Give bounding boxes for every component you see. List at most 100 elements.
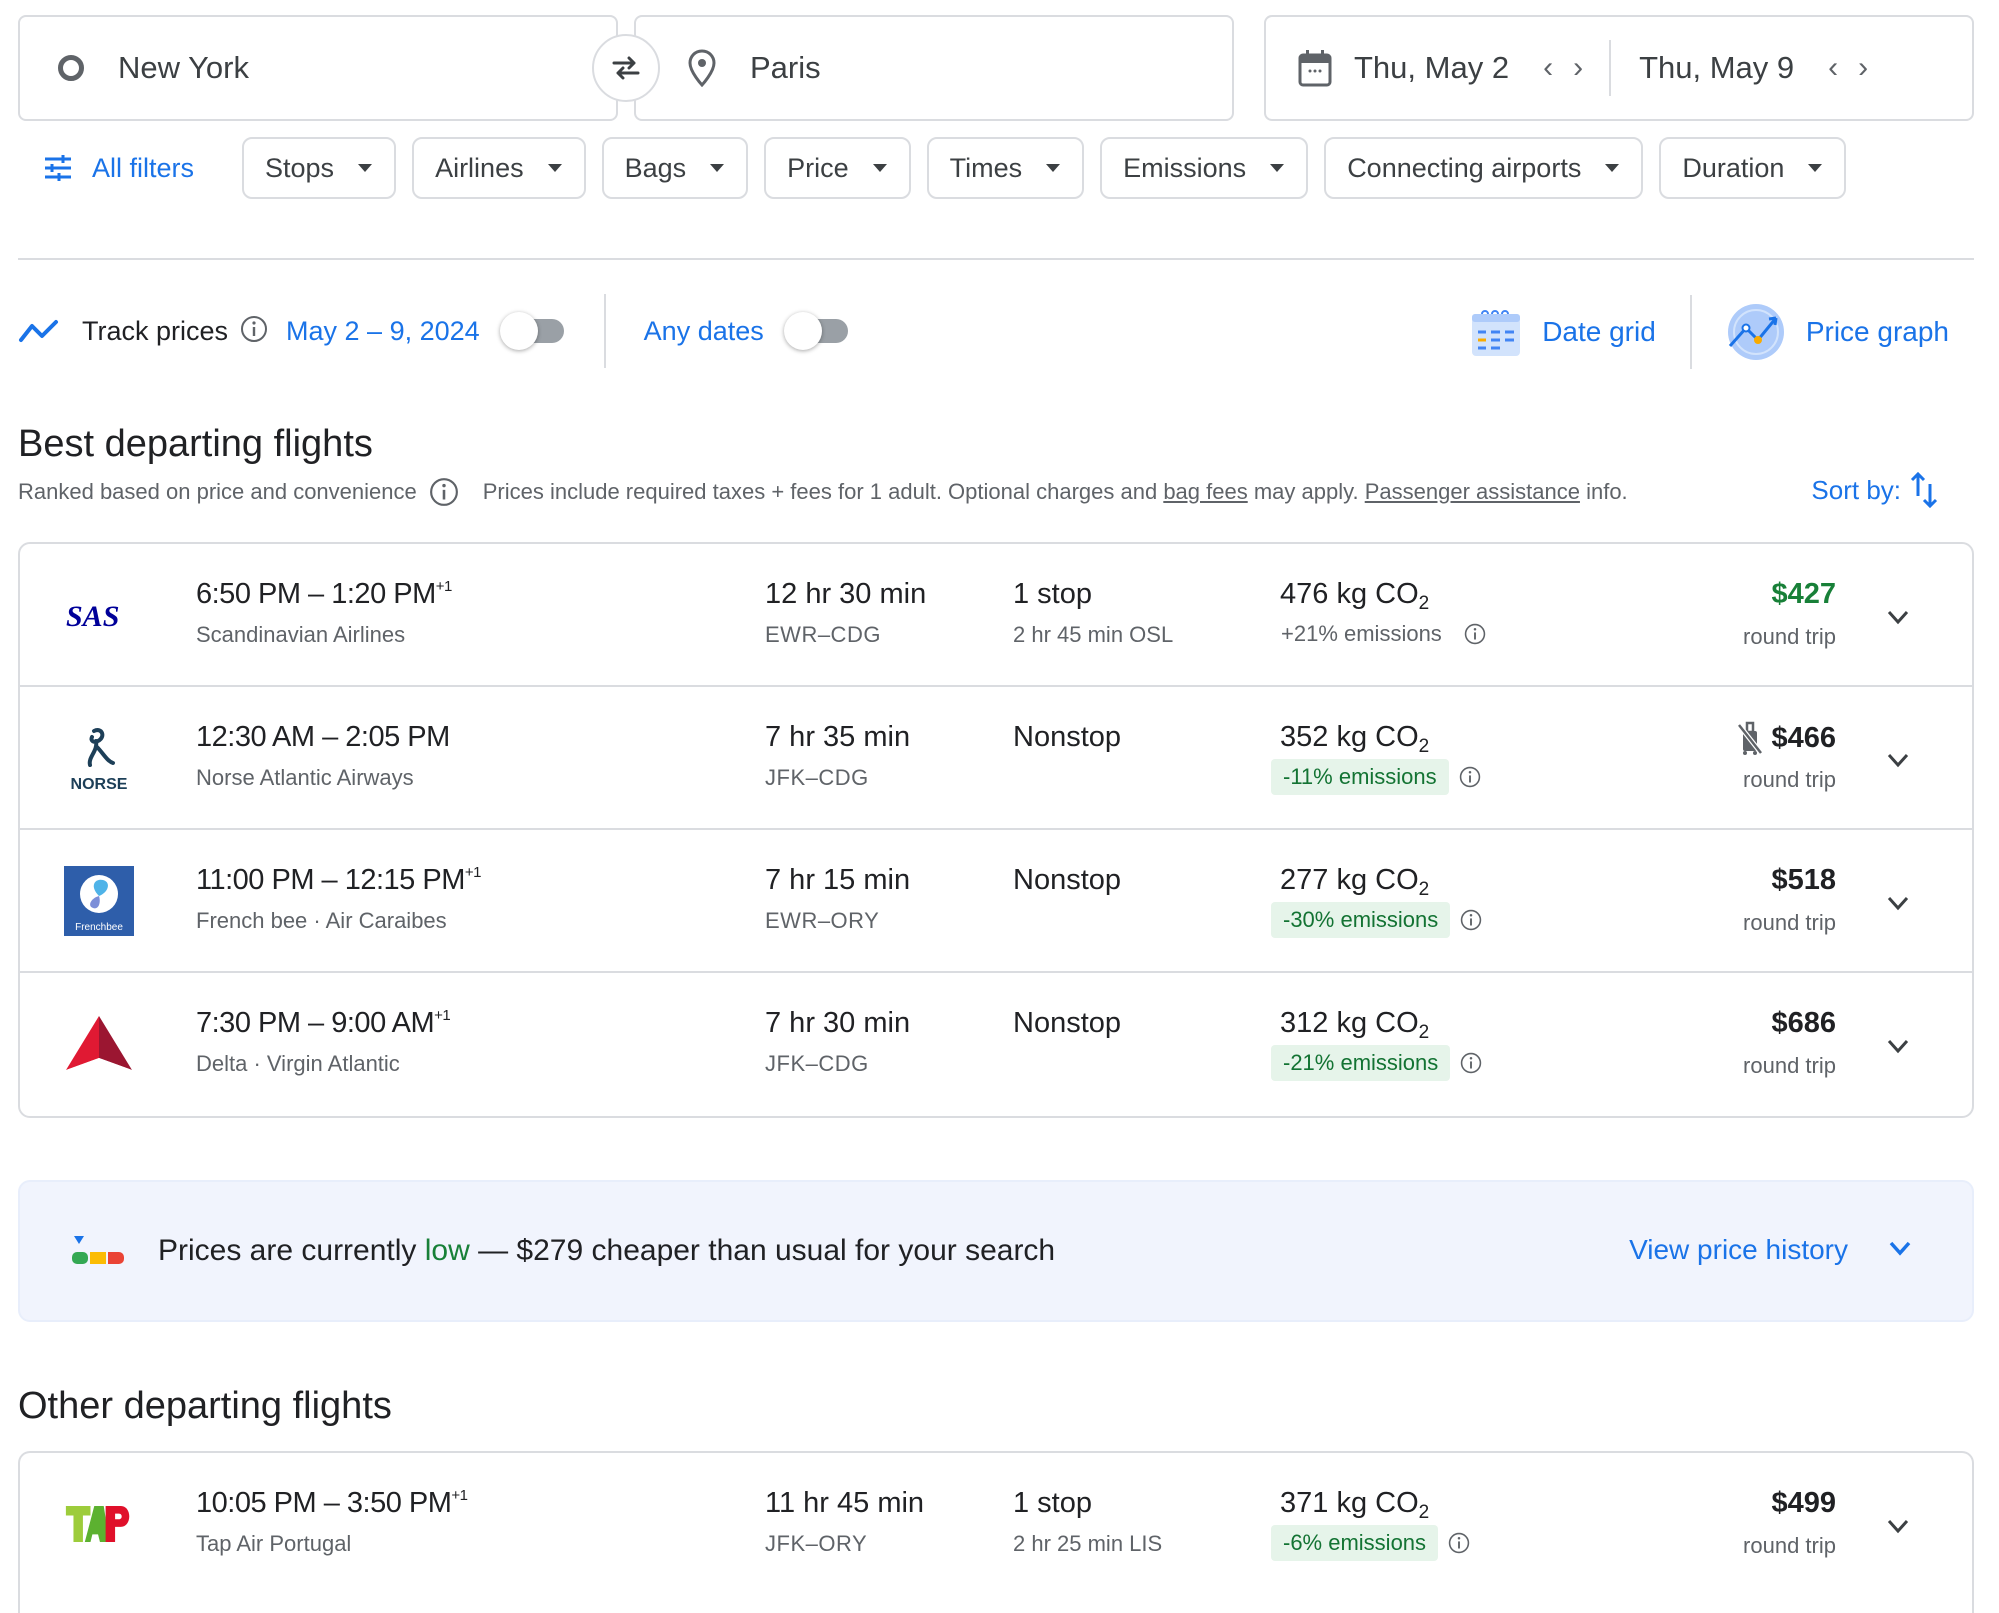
origin-field[interactable]: New York [18, 15, 618, 121]
other-flights-list: 10:05 PM – 3:50 PM+1 Tap Air Portugal 11 h… [18, 1451, 1974, 1613]
expand-flight-button[interactable] [1880, 1508, 1916, 1544]
filter-chip-airlines[interactable]: Airlines [412, 137, 586, 199]
emissions-badge: +21% emissions [1281, 621, 1442, 646]
flight-route: EWR–ORY [765, 908, 880, 933]
price-level-icon [72, 1236, 124, 1264]
any-dates-toggle[interactable] [783, 312, 850, 350]
dropdown-caret-icon [358, 164, 373, 172]
depart-time: 6:50 PM [196, 578, 301, 610]
emissions-badge: -11% emissions [1271, 759, 1449, 795]
price-type: round trip [1743, 1533, 1836, 1558]
track-dates-toggle[interactable] [499, 312, 566, 350]
flight-route: JFK–ORY [765, 1531, 868, 1556]
chip-label: Airlines [435, 152, 524, 183]
flight-row[interactable]: 10:05 PM – 3:50 PM+1 Tap Air Portugal 11 h… [20, 1453, 1972, 1596]
flight-row[interactable]: NORSE 12:30 AM – 2:05 PM Norse Atlantic Ai… [20, 687, 1972, 830]
price-level: low [424, 1234, 470, 1267]
depart-time: 7:30 PM [196, 1007, 301, 1039]
stops-count: Nonstop [1013, 721, 1122, 753]
sas-logo: SAS [66, 600, 119, 630]
price-value: $466 [1771, 721, 1836, 754]
destination-field[interactable]: Paris [634, 15, 1234, 121]
info-icon[interactable] [1448, 1532, 1470, 1554]
price: $466 [1737, 721, 1836, 755]
flight-times: 10:05 PM – 3:50 PM+1 [196, 1487, 468, 1519]
expand-flight-button[interactable] [1880, 885, 1916, 921]
filter-bar: All filters Stops Airlines Bags Price Ti… [18, 137, 1847, 199]
emissions-badge: -30% emissions [1271, 902, 1451, 938]
airline-name: Tap Air Portugal [196, 1531, 352, 1556]
arrive-time: 3:50 PM [346, 1487, 452, 1519]
flight-duration: 7 hr 15 min [765, 864, 911, 896]
filter-chip-times[interactable]: Times [926, 137, 1085, 199]
price-note: Prices include required taxes + fees for… [482, 479, 1158, 504]
return-next-day-button[interactable]: › [1858, 53, 1868, 83]
location-pin-icon [688, 49, 716, 87]
filter-chip-emissions[interactable]: Emissions [1100, 137, 1309, 199]
date-range-field[interactable]: Thu, May 2 ‹ › Thu, May 9 ‹ › [1264, 15, 1974, 121]
chevron-down-icon[interactable] [1886, 1234, 1914, 1267]
view-price-history-link[interactable]: View price history [1629, 1234, 1848, 1266]
chip-label: Bags [624, 152, 687, 183]
track-prices-bar: Track prices May 2 – 9, 2024 Any dates [18, 294, 850, 368]
co2-amount: 312 kg CO2 [1280, 1007, 1430, 1043]
sort-by-button[interactable]: Sort by: [1811, 470, 1939, 510]
co2-amount: 476 kg CO2 [1280, 578, 1430, 614]
price-note-cont: may apply. [1253, 479, 1359, 504]
swap-locations-button[interactable] [592, 34, 660, 102]
expand-flight-button[interactable] [1880, 599, 1916, 635]
sas-logo-text: SAS [66, 600, 119, 630]
info-icon[interactable] [1460, 1052, 1482, 1074]
day-offset: +1 [451, 1487, 468, 1504]
depart-date[interactable]: Thu, May 2 ‹ › [1298, 49, 1583, 87]
filter-chip-price[interactable]: Price [764, 137, 911, 199]
dropdown-caret-icon [1270, 164, 1285, 172]
airline-logo: Frenchbee [64, 866, 134, 936]
filter-chip-bags[interactable]: Bags [601, 137, 749, 199]
info-icon[interactable] [1459, 766, 1481, 788]
layover-info: 2 hr 25 min LIS [1013, 1531, 1163, 1556]
dropdown-caret-icon [710, 164, 725, 172]
divider [603, 294, 606, 368]
info-icon[interactable] [1464, 623, 1486, 645]
price-graph-icon [1727, 304, 1784, 360]
return-date[interactable]: Thu, May 9 ‹ › [1639, 50, 1868, 86]
depart-prev-day-button[interactable]: ‹ [1543, 53, 1553, 83]
airline-name: Norse Atlantic Airways [196, 765, 414, 790]
flight-duration: 12 hr 30 min [765, 578, 927, 610]
divider [1689, 295, 1692, 369]
airline-name: Delta · Virgin Atlantic [196, 1051, 400, 1076]
flight-row[interactable]: SAS 6:50 PM – 1:20 PM+1 Scandinavian Airli… [20, 544, 1972, 687]
best-flights-heading: Best departing flights [18, 423, 373, 465]
price-type: round trip [1743, 910, 1836, 935]
info-icon[interactable] [1460, 909, 1482, 931]
stops-count: 1 stop [1013, 578, 1092, 610]
expand-flight-button[interactable] [1880, 742, 1916, 778]
arrive-time: 2:05 PM [345, 721, 450, 753]
depart-next-day-button[interactable]: › [1573, 53, 1583, 83]
bag-fees-link[interactable]: bag fees [1163, 479, 1247, 505]
filter-chip-stops[interactable]: Stops [242, 137, 397, 199]
flight-row[interactable]: 7:30 PM – 9:00 AM+1 Delta · Virgin Atlant… [20, 973, 1972, 1116]
info-icon[interactable] [240, 315, 268, 348]
day-offset: +1 [464, 864, 482, 881]
sort-label: Sort by: [1811, 474, 1901, 505]
emissions-info: -21% emissions [1271, 1045, 1482, 1081]
stops-count: 1 stop [1013, 1487, 1092, 1519]
price-value: $427 [1771, 578, 1836, 610]
dropdown-caret-icon [1046, 164, 1061, 172]
return-prev-day-button[interactable]: ‹ [1828, 53, 1838, 83]
date-grid-button[interactable]: Date grid [1470, 306, 1656, 358]
return-date-value: Thu, May 9 [1639, 50, 1795, 85]
arrive-time: 1:20 PM [331, 578, 436, 610]
expand-flight-button[interactable] [1880, 1028, 1916, 1064]
passenger-assistance-link[interactable]: Passenger assistance [1365, 479, 1580, 505]
filter-chip-duration[interactable]: Duration [1659, 137, 1847, 199]
filter-chip-connecting-airports[interactable]: Connecting airports [1324, 137, 1644, 199]
info-icon[interactable] [429, 477, 459, 507]
flight-row[interactable]: Frenchbee 11:00 PM – 12:15 PM+1 French bee… [20, 830, 1972, 973]
price-graph-button[interactable]: Price graph [1726, 302, 1949, 362]
norse-logo-text: NORSE [71, 776, 128, 793]
chip-label: Price [787, 152, 849, 183]
all-filters-button[interactable]: All filters [18, 137, 218, 199]
